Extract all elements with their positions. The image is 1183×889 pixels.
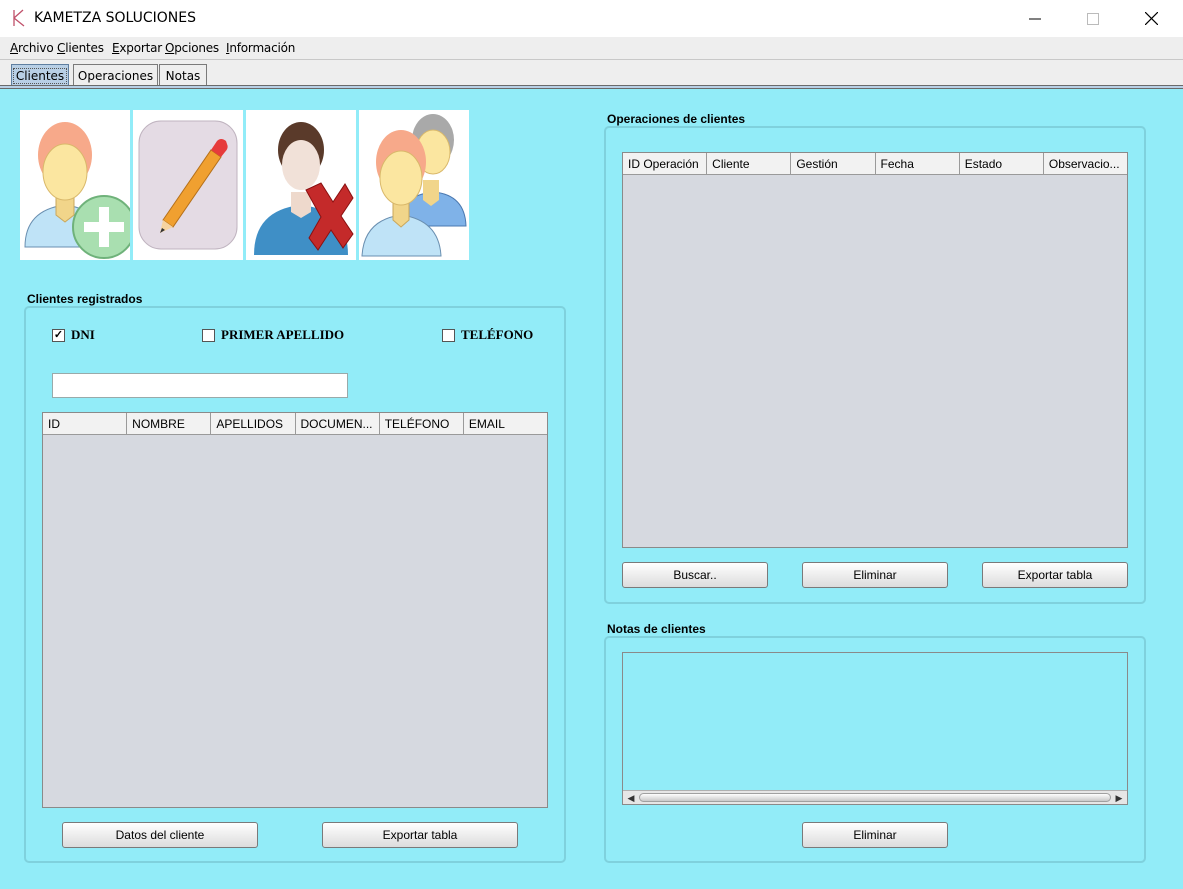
client-search-input[interactable] [52, 373, 348, 398]
operations-table[interactable]: ID Operación Cliente Gestión Fecha Estad… [622, 152, 1128, 548]
checkbox-telefono[interactable] [442, 328, 455, 342]
menu-exportar[interactable]: Exportar [112, 41, 162, 55]
column-header-email[interactable]: EMAIL [464, 413, 547, 434]
column-header-fecha[interactable]: Fecha [876, 153, 960, 174]
column-header-documento[interactable]: DOCUMEN... [296, 413, 380, 434]
export-operations-button[interactable]: Exportar tabla [982, 562, 1128, 588]
notes-list[interactable]: ◀ ▶ [622, 652, 1128, 805]
maximize-icon [1087, 12, 1099, 25]
menu-bar: Archivo Clientes Exportar Opciones Infor… [0, 37, 1183, 59]
checkbox-primer-apellido[interactable] [202, 328, 215, 342]
delete-client-icon[interactable] [246, 110, 356, 260]
scroll-right-icon[interactable]: ▶ [1112, 792, 1126, 804]
column-header-estado[interactable]: Estado [960, 153, 1044, 174]
filter-primer-apellido[interactable]: PRIMER APELLIDO [202, 327, 344, 343]
menu-archivo[interactable]: Archivo [10, 41, 54, 55]
column-header-observaciones[interactable]: Observacio... [1044, 153, 1127, 174]
clients-table-header: ID NOMBRE APELLIDOS DOCUMEN... TELÉFONO … [43, 413, 547, 435]
export-clients-button[interactable]: Exportar tabla [322, 822, 518, 848]
add-client-icon[interactable] [20, 110, 130, 260]
delete-operation-button[interactable]: Eliminar [802, 562, 948, 588]
search-operations-button[interactable]: Buscar.. [622, 562, 768, 588]
menu-clientes[interactable]: Clientes [57, 41, 104, 55]
maximize-button[interactable] [1064, 0, 1122, 37]
operaciones-group-title: Operaciones de clientes [607, 112, 746, 126]
close-icon [1144, 12, 1158, 25]
clientes-group-title: Clientes registrados [27, 292, 143, 306]
filter-dni[interactable]: ✓ DNI [52, 327, 95, 343]
clients-table[interactable]: ID NOMBRE APELLIDOS DOCUMEN... TELÉFONO … [42, 412, 548, 808]
menu-informacion[interactable]: Información [226, 41, 295, 55]
edit-client-icon[interactable] [133, 110, 243, 260]
scrollbar-thumb[interactable] [639, 793, 1111, 802]
client-details-button[interactable]: Datos del cliente [62, 822, 258, 848]
close-button[interactable] [1122, 0, 1180, 37]
column-header-telefono[interactable]: TELÉFONO [380, 413, 464, 434]
app-logo-icon [13, 9, 25, 27]
menu-opciones[interactable]: Opciones [165, 41, 219, 55]
column-header-id-operacion[interactable]: ID Operación [623, 153, 708, 174]
filter-telefono-label: TELÉFONO [461, 327, 534, 342]
filter-dni-label: DNI [71, 327, 95, 342]
main-content: Clientes registrados ✓ DNI PRIMER APELLI… [0, 89, 1183, 889]
client-toolbar [20, 110, 469, 260]
notas-group-title: Notas de clientes [607, 622, 706, 636]
notes-horizontal-scrollbar[interactable]: ◀ ▶ [623, 790, 1127, 804]
operations-table-header: ID Operación Cliente Gestión Fecha Estad… [623, 153, 1127, 175]
minimize-icon [1029, 18, 1041, 19]
filter-telefono[interactable]: TELÉFONO [442, 327, 533, 343]
column-header-gestion[interactable]: Gestión [791, 153, 876, 174]
clients-list-icon[interactable] [359, 110, 469, 260]
tab-clientes[interactable]: Clientes [11, 64, 69, 86]
checkbox-dni[interactable]: ✓ [52, 328, 65, 342]
delete-note-button[interactable]: Eliminar [802, 822, 948, 848]
filter-primer-apellido-label: PRIMER APELLIDO [221, 327, 345, 342]
scroll-left-icon[interactable]: ◀ [624, 792, 638, 804]
column-header-apellidos[interactable]: APELLIDOS [211, 413, 296, 434]
column-header-cliente[interactable]: Cliente [707, 153, 792, 174]
tab-notas[interactable]: Notas [159, 64, 207, 86]
tab-operaciones[interactable]: Operaciones [73, 64, 158, 86]
minimize-button[interactable] [1006, 0, 1064, 37]
title-bar: KAMETZA SOLUCIONES [0, 0, 1183, 37]
column-header-nombre[interactable]: NOMBRE [127, 413, 212, 434]
column-header-id[interactable]: ID [43, 413, 128, 434]
window-title: KAMETZA SOLUCIONES [34, 10, 196, 26]
